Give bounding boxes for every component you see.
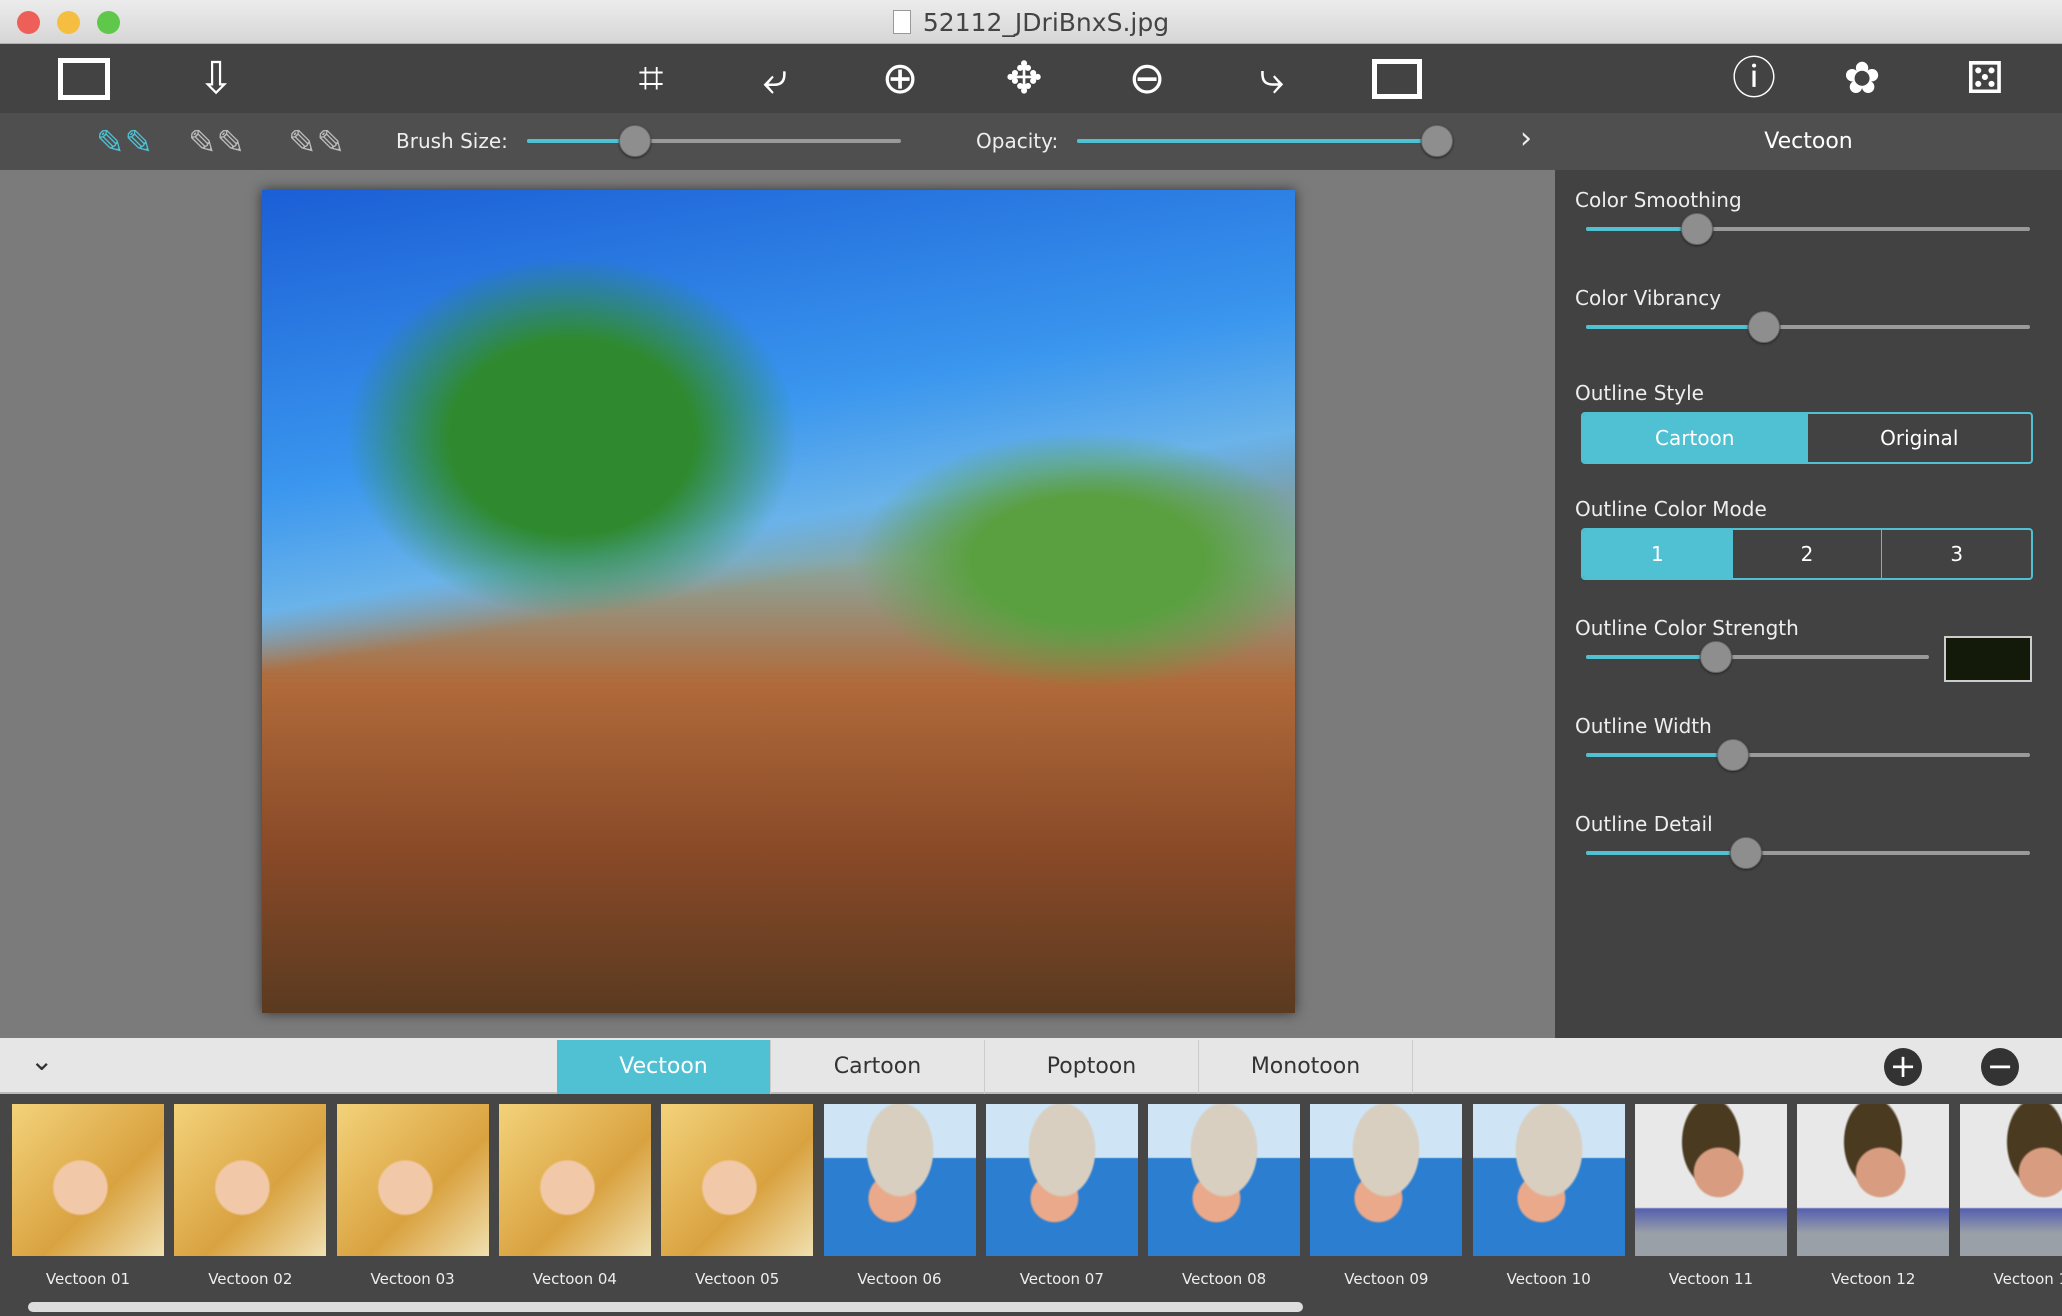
preset-thumbnail[interactable]: Vectoon 06 xyxy=(823,1104,976,1288)
outline-width-slider[interactable] xyxy=(1586,739,2030,771)
preset-preview-image xyxy=(12,1104,164,1256)
brush-size-label: Brush Size: xyxy=(396,129,508,153)
preset-thumbnail[interactable]: Vectoon 03 xyxy=(336,1104,489,1288)
remove-preset-button[interactable]: − xyxy=(1981,1048,2019,1086)
crop-icon[interactable]: ⌗ xyxy=(624,52,678,106)
outline-detail-label: Outline Detail xyxy=(1575,812,1713,836)
preset-label: Vectoon 04 xyxy=(532,1270,617,1288)
open-image-icon[interactable] xyxy=(57,52,111,106)
outline-width-label: Outline Width xyxy=(1575,714,1712,738)
settings-panel: Color Smoothing Color Vibrancy Outline S… xyxy=(1555,170,2062,1038)
preset-label: Vectoon 02 xyxy=(208,1270,293,1288)
brush-size-slider[interactable] xyxy=(527,125,901,157)
preset-label: Vectoon 03 xyxy=(370,1270,455,1288)
collapse-panel-chevron-icon[interactable]: › xyxy=(1520,121,1532,156)
outline-color-mode-label: Outline Color Mode xyxy=(1575,497,1767,521)
rotate-right-icon[interactable]: ⤷ xyxy=(1245,52,1299,106)
preset-preview-image xyxy=(1959,1104,2062,1256)
preset-thumbnail[interactable]: Vectoon 09 xyxy=(1310,1104,1463,1288)
preset-preview-image xyxy=(1310,1104,1463,1256)
preset-label: Vectoon 13 xyxy=(1993,1270,2062,1288)
outline-detail-slider[interactable] xyxy=(1586,837,2030,869)
outline-style-original[interactable]: Original xyxy=(1806,414,2032,462)
outline-color-strength-slider[interactable] xyxy=(1586,641,1929,673)
outline-style-cartoon[interactable]: Cartoon xyxy=(1583,414,1807,462)
brush-paint-icon[interactable]: ✎✎ xyxy=(96,123,153,163)
preset-label: Vectoon 09 xyxy=(1344,1270,1429,1288)
preset-preview-image xyxy=(1472,1104,1625,1256)
settings-icon[interactable]: ✿ xyxy=(1835,52,1889,106)
panel-title: Vectoon xyxy=(1764,129,1853,154)
opacity-label: Opacity: xyxy=(976,129,1059,153)
color-vibrancy-slider[interactable] xyxy=(1586,311,2030,343)
preset-thumbnail[interactable]: Vectoon 05 xyxy=(661,1104,814,1288)
preset-preview-image xyxy=(1148,1104,1301,1256)
zoom-out-icon[interactable]: ⊖ xyxy=(1120,52,1174,106)
preset-label: Vectoon 07 xyxy=(1019,1270,1104,1288)
outline-style-segmented: Cartoon Original xyxy=(1581,412,2033,464)
preset-label: Vectoon 01 xyxy=(45,1270,131,1288)
outline-color-swatch[interactable] xyxy=(1944,636,2032,682)
fit-image-icon[interactable] xyxy=(1370,52,1424,106)
move-icon[interactable]: ✥ xyxy=(997,52,1051,106)
brush-erase-icon[interactable]: ✎✎ xyxy=(188,123,245,163)
preset-label: Vectoon 10 xyxy=(1506,1270,1591,1288)
preset-preview-image xyxy=(174,1104,327,1256)
preset-label: Vectoon 11 xyxy=(1668,1270,1754,1288)
outline-color-mode-1[interactable]: 1 xyxy=(1583,530,1732,578)
preset-preview-image xyxy=(1635,1104,1787,1256)
info-icon[interactable]: ⓘ xyxy=(1727,52,1781,106)
preset-thumbnail[interactable]: Vectoon 10 xyxy=(1472,1104,1625,1288)
preset-thumbnail[interactable]: Vectoon 13 xyxy=(1959,1104,2062,1288)
preset-label: Vectoon 08 xyxy=(1182,1270,1267,1288)
random-icon[interactable]: ⚄ xyxy=(1950,52,2020,106)
add-preset-button[interactable]: + xyxy=(1884,1048,1922,1086)
preset-preview-image xyxy=(1797,1104,1950,1256)
tab-cartoon[interactable]: Cartoon xyxy=(771,1040,985,1094)
outline-style-label: Outline Style xyxy=(1575,381,1704,405)
preset-thumbnail[interactable]: Vectoon 02 xyxy=(174,1104,327,1288)
preset-label: Vectoon 06 xyxy=(857,1270,942,1288)
color-smoothing-label: Color Smoothing xyxy=(1575,188,1742,212)
preset-preview-image xyxy=(823,1104,976,1256)
main-toolbar: ⇩ ⌗ ⤶ ⊕ ✥ ⊖ ⤷ ⓘ ✿ ⚄ xyxy=(0,44,2062,113)
outline-color-mode-segmented: 1 2 3 xyxy=(1581,528,2033,580)
preset-thumbnail[interactable]: Vectoon 12 xyxy=(1797,1104,1950,1288)
collapse-strip-chevron-icon[interactable]: ⌄ xyxy=(30,1044,53,1077)
outline-color-mode-3[interactable]: 3 xyxy=(1881,530,2031,578)
color-smoothing-slider[interactable] xyxy=(1586,213,2030,245)
window-title: 52112_JDriBnxS.jpg xyxy=(0,8,2062,37)
save-icon[interactable]: ⇩ xyxy=(189,52,243,106)
rotate-left-icon[interactable]: ⤶ xyxy=(748,52,802,106)
preset-preview-image xyxy=(985,1104,1138,1256)
color-vibrancy-label: Color Vibrancy xyxy=(1575,286,1722,310)
preset-label: Vectoon 05 xyxy=(695,1270,780,1288)
tab-monotoon[interactable]: Monotoon xyxy=(1199,1040,1413,1094)
title-bar: 52112_JDriBnxS.jpg xyxy=(0,0,2062,44)
outline-color-strength-label: Outline Color Strength xyxy=(1575,616,1799,640)
brush-restore-icon[interactable]: ✎✎ xyxy=(288,123,345,163)
preset-preview-image xyxy=(498,1104,651,1256)
tab-vectoon[interactable]: Vectoon xyxy=(557,1040,771,1094)
tab-poptoon[interactable]: Poptoon xyxy=(985,1040,1199,1094)
style-tab-bar: ⌄ Vectoon Cartoon Poptoon Monotoon + − xyxy=(0,1038,2062,1094)
zoom-in-icon[interactable]: ⊕ xyxy=(873,52,927,106)
preset-thumbnail[interactable]: Vectoon 01 xyxy=(12,1104,164,1288)
preset-preview-image xyxy=(336,1104,489,1256)
preset-strip: Vectoon 01 Vectoon 02 Vectoon 03 Vectoon 04… xyxy=(0,1094,2062,1316)
preset-preview-image xyxy=(661,1104,814,1256)
preset-thumbnail[interactable]: Vectoon 04 xyxy=(498,1104,651,1288)
preset-label: Vectoon 12 xyxy=(1831,1270,1916,1288)
preset-thumbnail[interactable]: Vectoon 11 xyxy=(1635,1104,1787,1288)
preset-thumbnail[interactable]: Vectoon 08 xyxy=(1148,1104,1301,1288)
opacity-slider[interactable] xyxy=(1077,125,1453,157)
edited-photo[interactable] xyxy=(262,190,1295,1013)
document-icon xyxy=(892,10,911,34)
preset-thumbnail[interactable]: Vectoon 07 xyxy=(985,1104,1138,1288)
outline-color-mode-2[interactable]: 2 xyxy=(1731,530,1882,578)
preset-scrollbar[interactable] xyxy=(28,1302,1303,1312)
